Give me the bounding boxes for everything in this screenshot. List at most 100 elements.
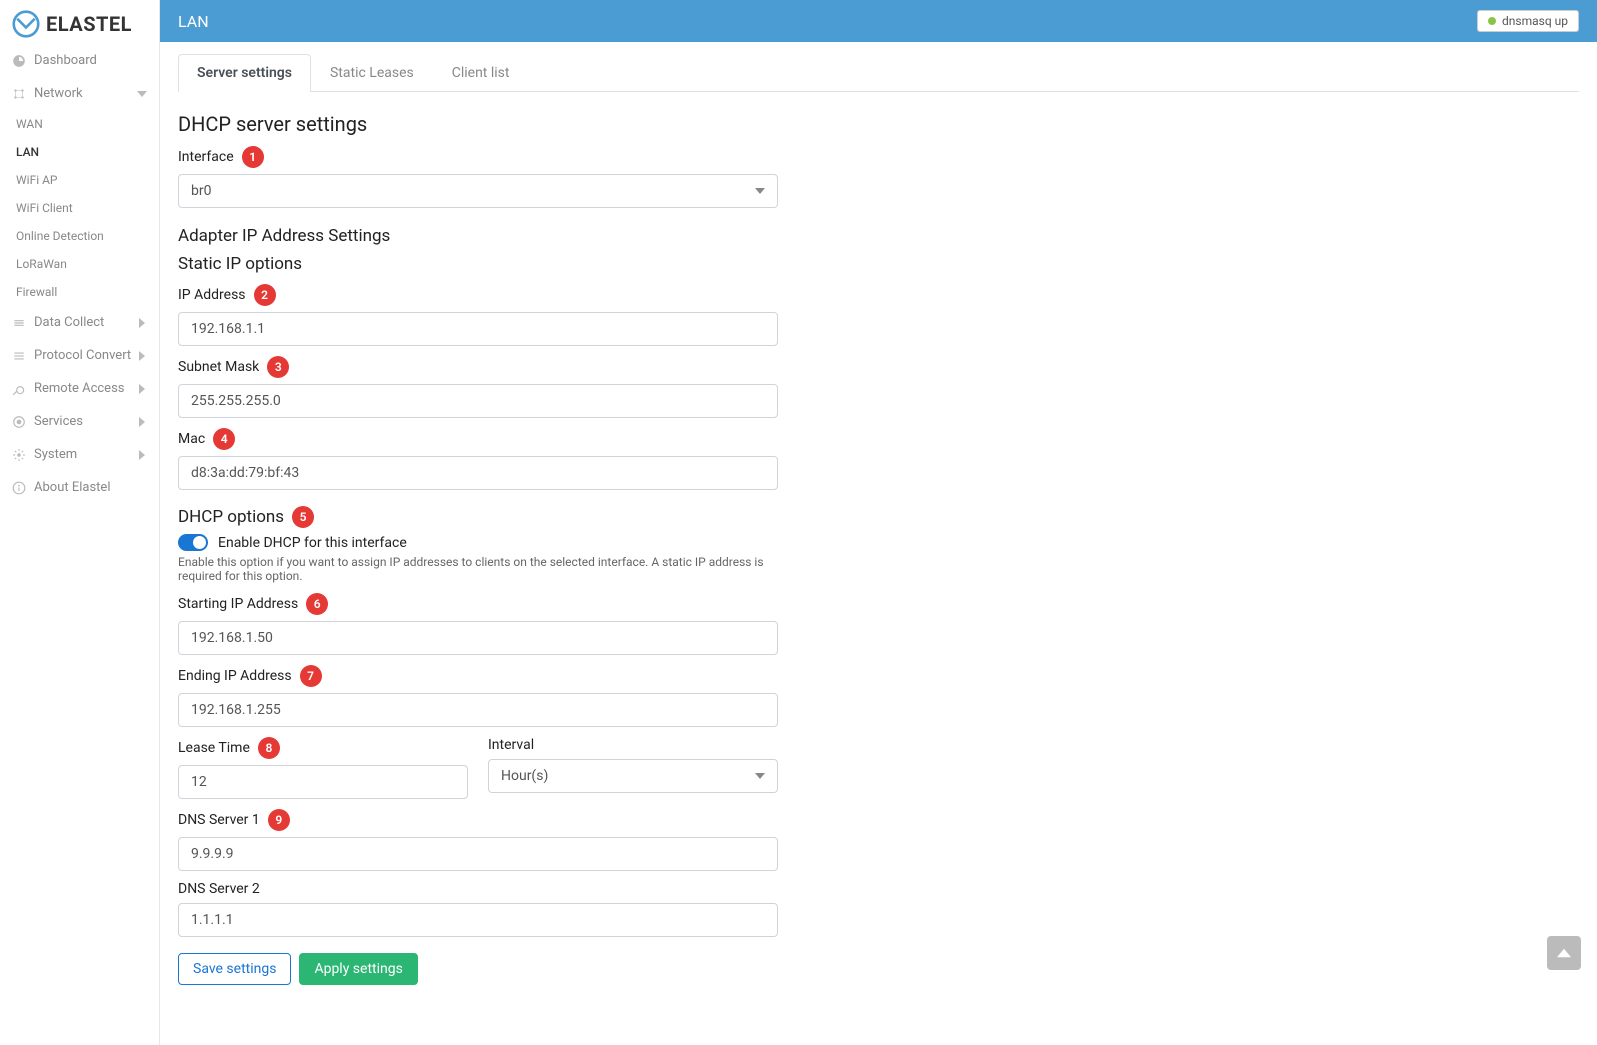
nav-sub-wifi-client[interactable]: WiFi Client	[16, 194, 159, 222]
nav-services-label: Services	[34, 414, 83, 429]
nav-sub-lan[interactable]: LAN	[16, 138, 159, 166]
interface-select[interactable]: br0	[178, 174, 778, 208]
nav-data-collect-label: Data Collect	[34, 315, 104, 330]
nav-sub-wifi-ap[interactable]: WiFi AP	[16, 166, 159, 194]
nav-sub-online-detection[interactable]: Online Detection	[16, 222, 159, 250]
elastel-logo-icon	[12, 10, 40, 38]
data-collect-icon	[12, 316, 26, 330]
nav-dashboard-label: Dashboard	[34, 53, 97, 68]
lease-label-row: Lease Time 8	[178, 737, 468, 759]
nav-system-label: System	[34, 447, 77, 462]
annotation-badge-3: 3	[267, 356, 289, 378]
chevron-up-icon	[1557, 946, 1571, 960]
mac-label: Mac	[178, 431, 205, 447]
subnet-label-row: Subnet Mask 3	[178, 356, 778, 378]
dhcp-heading-row: DHCP options 5	[178, 506, 778, 528]
system-icon	[12, 448, 26, 462]
chevron-right-icon	[137, 351, 147, 361]
nav-remote-access-label: Remote Access	[34, 381, 125, 396]
lease-time-input[interactable]	[178, 765, 468, 799]
ip-label-row: IP Address 2	[178, 284, 778, 306]
nav-data-collect[interactable]: Data Collect	[0, 306, 159, 339]
brand-name: ELASTEL	[46, 12, 132, 36]
nav-system[interactable]: System	[0, 438, 159, 471]
annotation-badge-8: 8	[258, 737, 280, 759]
lease-time-label: Lease Time	[178, 740, 250, 756]
chevron-down-icon	[137, 89, 147, 99]
dhcp-toggle-label: Enable DHCP for this interface	[218, 535, 407, 551]
nav-sub-firewall[interactable]: Firewall	[16, 278, 159, 306]
chevron-right-icon	[137, 318, 147, 328]
nav-sub-wan[interactable]: WAN	[16, 110, 159, 138]
starting-ip-input[interactable]	[178, 621, 778, 655]
interval-select[interactable]: Hour(s)	[488, 759, 778, 793]
dns2-label-row: DNS Server 2	[178, 881, 778, 897]
annotation-badge-6: 6	[306, 593, 328, 615]
ip-address-label: IP Address	[178, 287, 246, 303]
end-ip-label-row: Ending IP Address 7	[178, 665, 778, 687]
nav-network[interactable]: Network	[0, 77, 159, 110]
status-badge: dnsmasq up	[1477, 10, 1579, 32]
subnet-mask-label: Subnet Mask	[178, 359, 259, 375]
nav-protocol-convert[interactable]: Protocol Convert	[0, 339, 159, 372]
tab-client-list[interactable]: Client list	[433, 54, 529, 91]
nav-protocol-convert-label: Protocol Convert	[34, 348, 131, 363]
nav-remote-access[interactable]: Remote Access	[0, 372, 159, 405]
adapter-heading: Adapter IP Address Settings	[178, 226, 778, 246]
remote-access-icon	[12, 382, 26, 396]
annotation-badge-7: 7	[300, 665, 322, 687]
network-icon	[12, 87, 26, 101]
tab-static-leases[interactable]: Static Leases	[311, 54, 433, 91]
ip-address-input[interactable]	[178, 312, 778, 346]
nav-services[interactable]: Services	[0, 405, 159, 438]
status-text: dnsmasq up	[1502, 14, 1568, 28]
main-area: LAN dnsmasq up Server settings Static Le…	[160, 0, 1597, 1045]
apply-settings-button[interactable]: Apply settings	[299, 953, 417, 985]
info-icon	[12, 481, 26, 495]
interval-label-row: Interval	[488, 737, 778, 753]
dns1-label-row: DNS Server 1 9	[178, 809, 778, 831]
mac-label-row: Mac 4	[178, 428, 778, 450]
ending-ip-label: Ending IP Address	[178, 668, 292, 684]
page-title: LAN	[178, 12, 209, 31]
topbar: LAN dnsmasq up	[160, 0, 1597, 42]
dns1-label: DNS Server 1	[178, 812, 260, 828]
starting-ip-label: Starting IP Address	[178, 596, 298, 612]
dns1-input[interactable]	[178, 837, 778, 871]
annotation-badge-5: 5	[292, 506, 314, 528]
chevron-right-icon	[137, 417, 147, 427]
subnet-mask-input[interactable]	[178, 384, 778, 418]
start-ip-label-row: Starting IP Address 6	[178, 593, 778, 615]
nav-about[interactable]: About Elastel	[0, 471, 159, 504]
dhcp-server-heading: DHCP server settings	[178, 112, 778, 136]
brand-logo: ELASTEL	[0, 0, 159, 44]
form-actions: Save settings Apply settings	[178, 953, 778, 985]
annotation-badge-4: 4	[213, 428, 235, 450]
dashboard-icon	[12, 54, 26, 68]
nav-sub-lorawan[interactable]: LoRaWan	[16, 250, 159, 278]
chevron-right-icon	[137, 384, 147, 394]
content: Server settings Static Leases Client lis…	[160, 42, 1597, 1045]
mac-input[interactable]	[178, 456, 778, 490]
interval-label: Interval	[488, 737, 534, 753]
dhcp-help-text: Enable this option if you want to assign…	[178, 555, 778, 583]
form-area: DHCP server settings Interface 1 br0 Ada…	[178, 92, 778, 985]
nav-dashboard[interactable]: Dashboard	[0, 44, 159, 77]
annotation-badge-9: 9	[268, 809, 290, 831]
dhcp-enable-toggle[interactable]	[178, 534, 208, 551]
scroll-to-top-button[interactable]	[1547, 936, 1581, 970]
dhcp-options-heading: DHCP options	[178, 507, 284, 527]
sidebar: ELASTEL Dashboard Network WAN LAN WiFi A…	[0, 0, 160, 1045]
protocol-convert-icon	[12, 349, 26, 363]
status-dot-icon	[1488, 17, 1496, 25]
nav-about-label: About Elastel	[34, 480, 110, 495]
ending-ip-input[interactable]	[178, 693, 778, 727]
nav-network-submenu: WAN LAN WiFi AP WiFi Client Online Detec…	[0, 110, 159, 306]
tab-server-settings[interactable]: Server settings	[178, 54, 311, 92]
dns2-label: DNS Server 2	[178, 881, 260, 897]
nav-network-label: Network	[34, 86, 83, 101]
interface-label-row: Interface 1	[178, 146, 778, 168]
dns2-input[interactable]	[178, 903, 778, 937]
save-settings-button[interactable]: Save settings	[178, 953, 291, 985]
services-icon	[12, 415, 26, 429]
